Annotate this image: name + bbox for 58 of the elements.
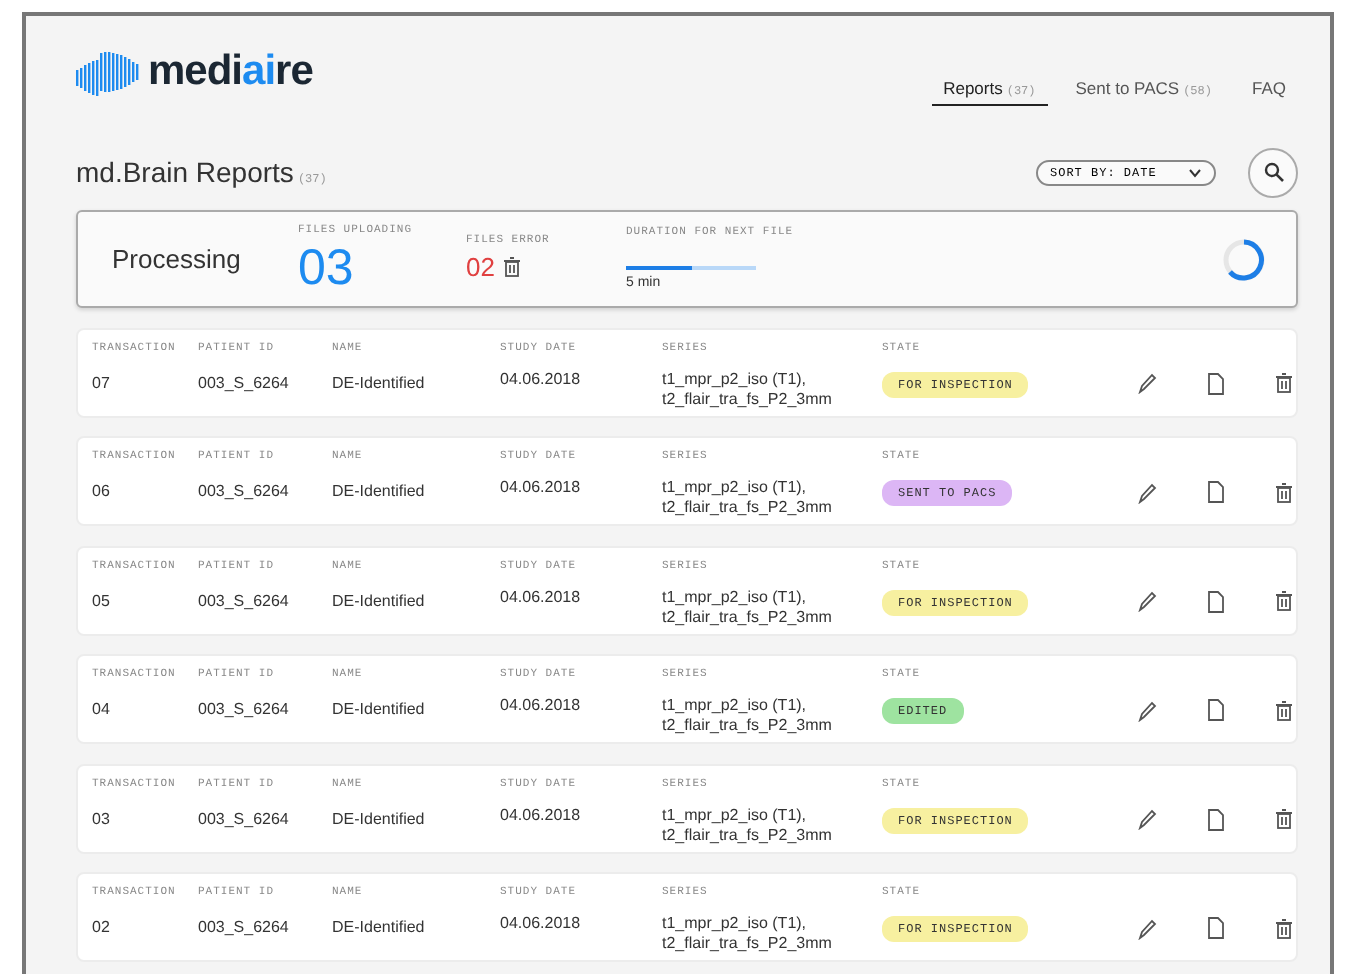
series-text: t1_mpr_p2_iso (T1), t2_flair_tra_fs_P2_3mm [662, 478, 834, 519]
search-icon [1263, 162, 1283, 182]
trash-icon[interactable] [1274, 372, 1294, 394]
trash-icon[interactable] [1274, 699, 1294, 721]
table-cell-text: DE-Identified [332, 918, 427, 939]
table-cell-text: 003_S_6264 [198, 591, 291, 612]
table-cell-text: DE-Identified [332, 700, 427, 721]
trash-icon[interactable] [1274, 917, 1294, 939]
table-cell-text: 05 [92, 591, 112, 612]
document-icon[interactable] [1206, 589, 1226, 613]
nav-link[interactable]: FAQ [1239, 74, 1298, 106]
series-text: t1_mpr_p2_iso (T1), t2_flair_tra_fs_P2_3mm [662, 696, 834, 737]
upload-count: 03 [298, 239, 356, 296]
panel-title: Processing [110, 241, 243, 278]
table-cell-text: 04.06.2018 [500, 696, 583, 717]
edit-icon[interactable] [1136, 372, 1158, 394]
table-cell-text: DE-Identified [332, 482, 427, 503]
edit-icon[interactable] [1136, 481, 1158, 503]
series-text: t1_mpr_p2_iso (T1), t2_flair_tra_fs_P2_3mm [662, 587, 834, 628]
document-icon[interactable] [1206, 371, 1226, 395]
table-cell-text: 04.06.2018 [500, 587, 583, 608]
table-cell-text: 04 [92, 700, 112, 721]
table-cell-text: 003_S_6264 [198, 373, 291, 394]
document-icon[interactable] [1206, 916, 1226, 940]
table-cell-text: 06 [92, 482, 112, 503]
edit-icon[interactable] [1136, 699, 1158, 721]
table-cell-text: 04.06.2018 [500, 478, 583, 499]
search-button[interactable] [1248, 147, 1298, 197]
table-cell-text: 003_S_6264 [198, 700, 291, 721]
trash-icon[interactable] [1274, 481, 1294, 503]
document-icon[interactable] [1206, 698, 1226, 722]
table-cell-text: 04.06.2018 [500, 805, 583, 826]
trash-icon[interactable] [1274, 590, 1294, 612]
table-cell-text: 04.06.2018 [500, 914, 583, 935]
trash-icon[interactable] [502, 256, 523, 279]
edit-icon[interactable] [1136, 808, 1158, 830]
table-cell-text: DE-Identified [332, 373, 427, 394]
series-text: t1_mpr_p2_iso (T1), t2_flair_tra_fs_P2_3mm [662, 805, 834, 846]
series-text: t1_mpr_p2_iso (T1), t2_flair_tra_fs_P2_3mm [662, 369, 834, 410]
edit-icon[interactable] [1136, 917, 1158, 939]
trash-icon[interactable] [1274, 808, 1294, 830]
brand-name: mediaire [148, 46, 313, 98]
table-cell-text: 003_S_6264 [198, 482, 291, 503]
table-cell-text: 003_S_6264 [198, 918, 291, 939]
table-cell-text: 02 [92, 918, 112, 939]
table-cell-text: 03 [92, 809, 112, 830]
document-icon[interactable] [1206, 480, 1226, 504]
document-icon[interactable] [1206, 807, 1226, 831]
spinner-icon [1220, 235, 1268, 283]
series-text: t1_mpr_p2_iso (T1), t2_flair_tra_fs_P2_3mm [662, 914, 834, 955]
edit-icon[interactable] [1136, 590, 1158, 612]
table-cell-text: DE-Identified [332, 591, 427, 612]
caret-icon [1188, 167, 1202, 177]
error-count: 02 [466, 249, 495, 286]
table-cell-text: 003_S_6264 [198, 809, 291, 830]
table-cell-text: 04.06.2018 [500, 369, 583, 390]
table-cell-text: DE-Identified [332, 809, 427, 830]
table-cell-text: 07 [92, 373, 112, 394]
